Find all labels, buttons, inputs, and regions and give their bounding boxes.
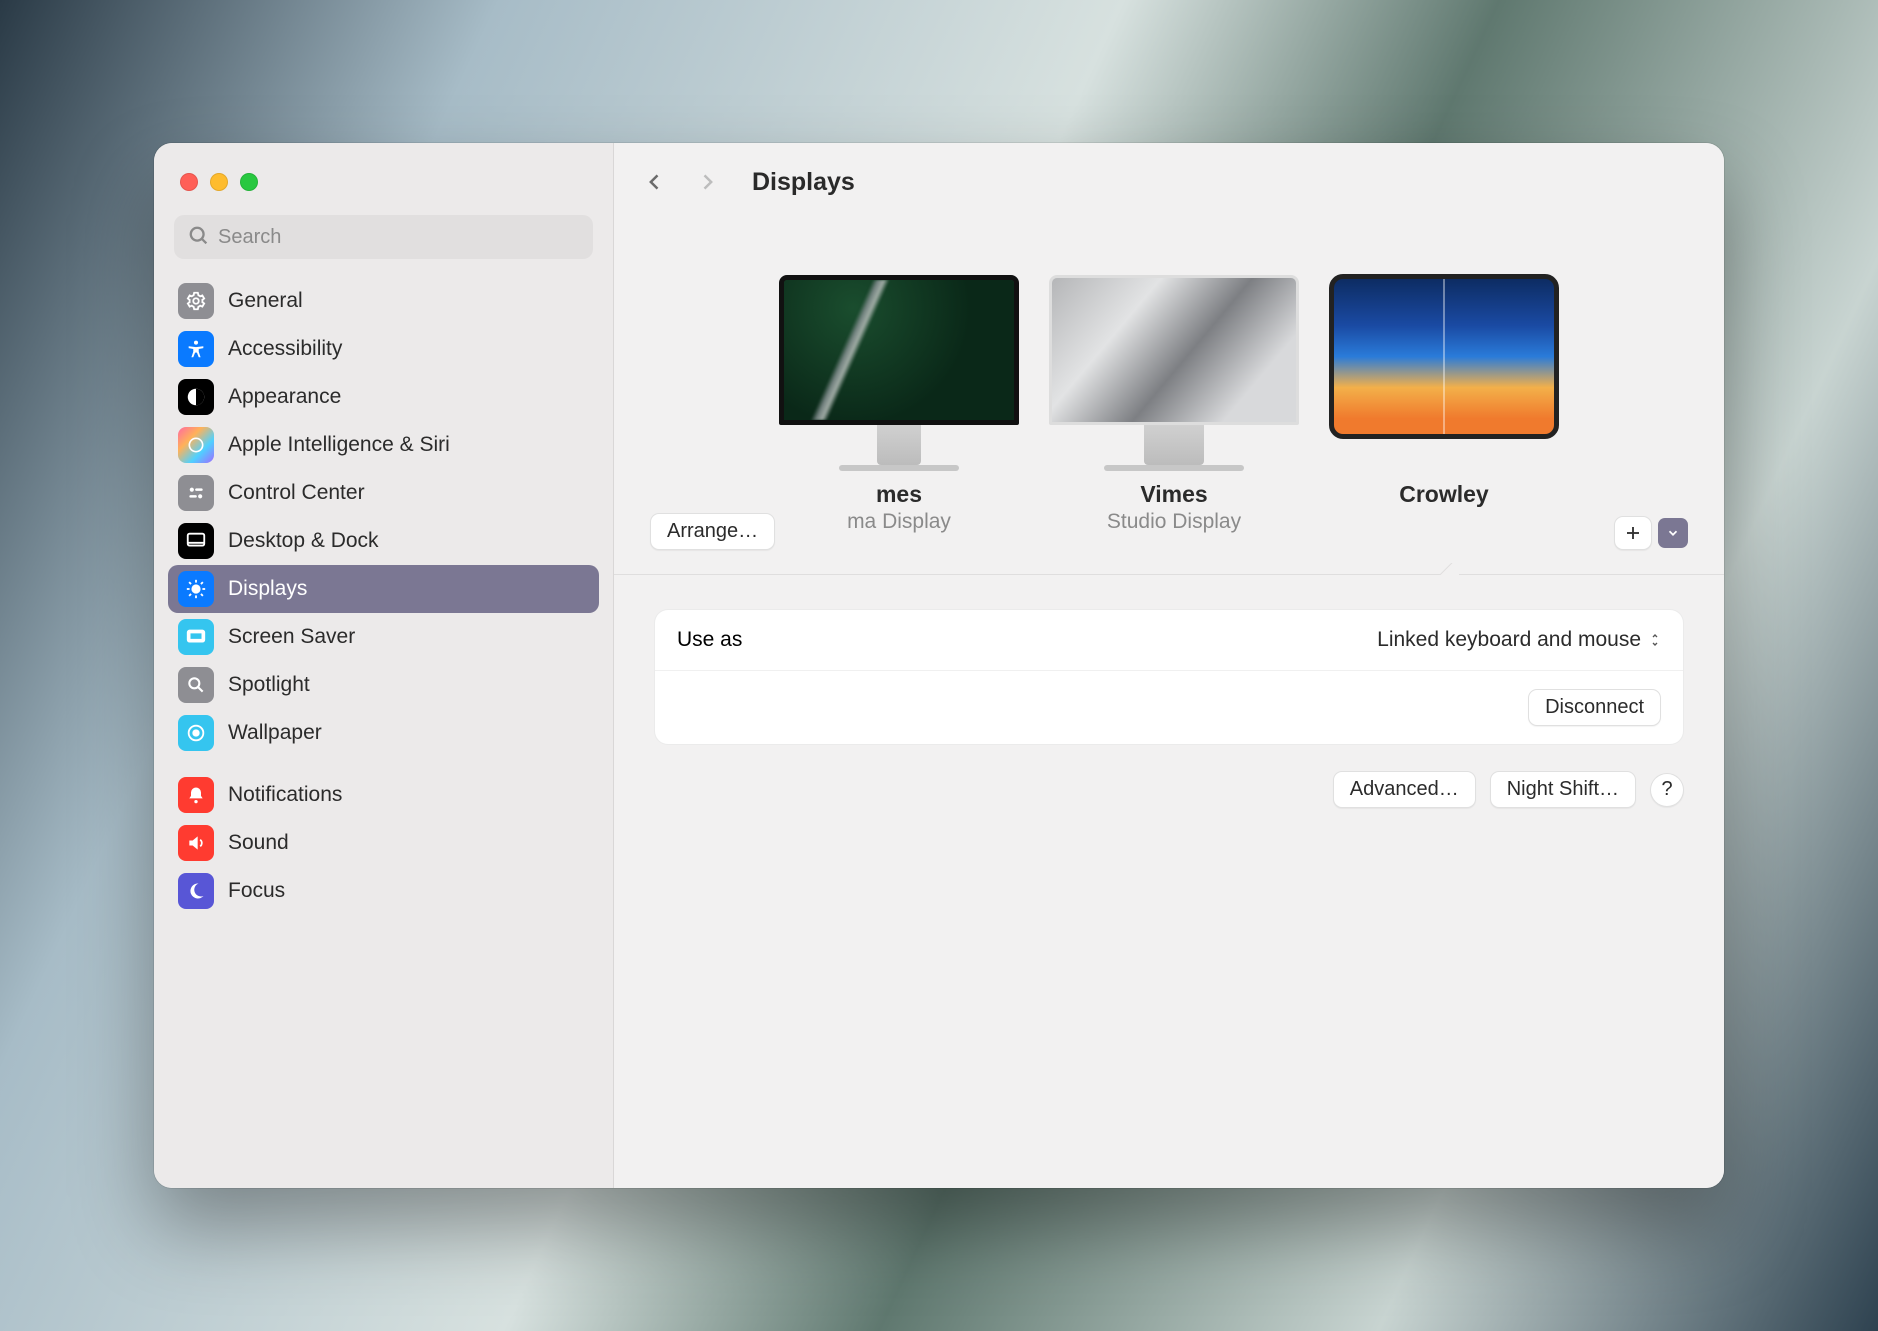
close-window-button[interactable] [180,173,198,191]
sidebar-list: General Accessibility Appearance Apple I… [154,277,613,915]
displays-overview: mes ma Display Vimes Studio Display Crow… [614,221,1724,575]
display-name: Crowley [1329,481,1559,508]
sidebar-item-label: Accessibility [228,337,342,361]
sidebar-item-screen-saver[interactable]: Screen Saver [168,613,599,661]
sidebar-item-sound[interactable]: Sound [168,819,599,867]
display-subtitle: ma Display [779,510,1019,534]
sidebar-item-label: Appearance [228,385,341,409]
disconnect-button[interactable]: Disconnect [1528,689,1661,726]
system-settings-window: General Accessibility Appearance Apple I… [154,143,1724,1188]
sidebar-item-notifications[interactable]: Notifications [168,771,599,819]
sidebar-item-label: Wallpaper [228,721,322,745]
sidebar-item-label: Displays [228,577,307,601]
appearance-icon [178,379,214,415]
sidebar-item-siri[interactable]: Apple Intelligence & Siri [168,421,599,469]
help-button[interactable]: ? [1650,773,1684,807]
search-input[interactable] [174,215,593,259]
sidebar-item-label: Sound [228,831,289,855]
screen-saver-icon [178,619,214,655]
sidebar-item-label: Spotlight [228,673,310,697]
display-thumb-3[interactable] [1329,274,1559,439]
sidebar-item-displays[interactable]: Displays [168,565,599,613]
use-as-select[interactable]: Linked keyboard and mouse [1377,628,1661,652]
notifications-icon [178,777,214,813]
sidebar-item-control-center[interactable]: Control Center [168,469,599,517]
add-display-button[interactable] [1614,516,1652,550]
sidebar-item-spotlight[interactable]: Spotlight [168,661,599,709]
sidebar-item-label: Focus [228,879,285,903]
spotlight-icon [178,667,214,703]
main-content: Displays mes ma Display [614,143,1724,1188]
sidebar-item-desktop-dock[interactable]: Desktop & Dock [168,517,599,565]
arrange-button[interactable]: Arrange… [650,513,775,550]
siri-icon [178,427,214,463]
sidebar-item-accessibility[interactable]: Accessibility [168,325,599,373]
sidebar-item-label: Control Center [228,481,365,505]
use-as-label: Use as [677,628,742,652]
display-name: Vimes [1049,481,1299,508]
display-thumb-1[interactable] [779,275,1019,471]
accessibility-icon [178,331,214,367]
focus-icon [178,873,214,909]
minimize-window-button[interactable] [210,173,228,191]
advanced-button[interactable]: Advanced… [1333,771,1476,808]
display-thumb-2[interactable] [1049,275,1299,471]
updown-icon [1649,632,1661,648]
plus-icon [1624,524,1642,542]
sidebar-item-focus[interactable]: Focus [168,867,599,915]
display-subtitle: Studio Display [1049,510,1299,534]
settings-panel: Use as Linked keyboard and mouse Disconn… [654,609,1684,745]
titlebar: Displays [614,143,1724,221]
forward-button[interactable] [690,165,724,199]
sidebar-item-label: Desktop & Dock [228,529,379,553]
sidebar-item-wallpaper[interactable]: Wallpaper [168,709,599,757]
night-shift-button[interactable]: Night Shift… [1490,771,1636,808]
search-icon [188,225,210,247]
sidebar-item-appearance[interactable]: Appearance [168,373,599,421]
wallpaper-icon [178,715,214,751]
sidebar-item-label: Screen Saver [228,625,355,649]
gear-icon [178,283,214,319]
sidebar-item-label: Notifications [228,783,342,807]
control-center-icon [178,475,214,511]
use-as-value: Linked keyboard and mouse [1377,628,1641,652]
page-title: Displays [752,168,855,197]
chevron-down-icon [1666,526,1680,540]
sidebar-item-label: General [228,289,303,313]
selection-pointer [1435,563,1459,575]
desktop-dock-icon [178,523,214,559]
display-settings: Use as Linked keyboard and mouse Disconn… [614,575,1724,842]
add-display-menu[interactable] [1658,518,1688,548]
sidebar-item-general[interactable]: General [168,277,599,325]
sound-icon [178,825,214,861]
fullscreen-window-button[interactable] [240,173,258,191]
sidebar-item-label: Apple Intelligence & Siri [228,433,450,457]
back-button[interactable] [638,165,672,199]
displays-icon [178,571,214,607]
display-name: mes [779,481,1019,508]
window-controls [154,165,613,215]
sidebar: General Accessibility Appearance Apple I… [154,143,614,1188]
